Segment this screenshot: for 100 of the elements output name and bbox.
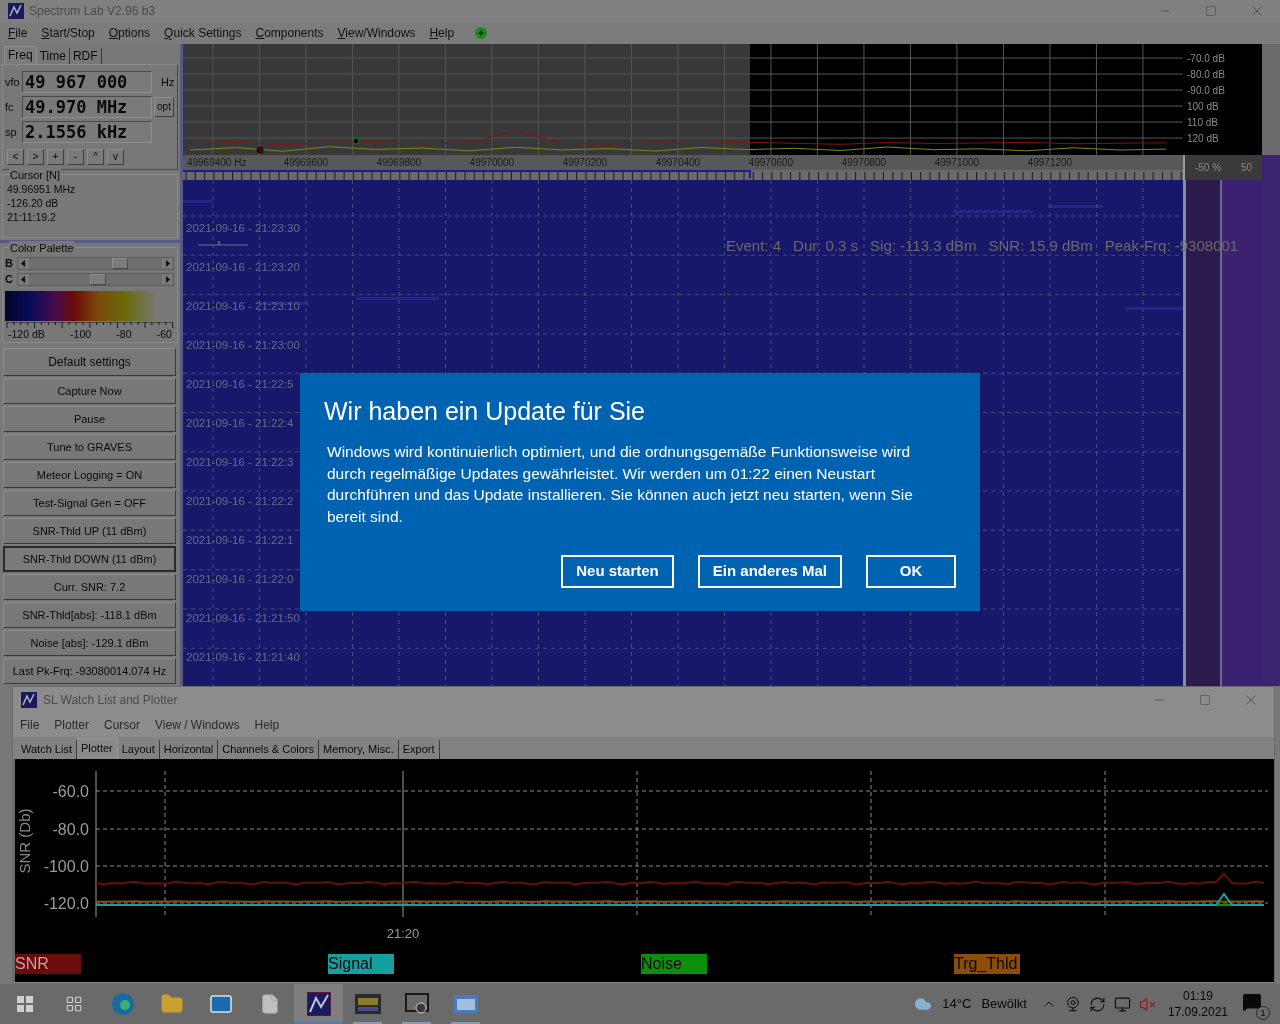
value-field[interactable]: 49 967 000 bbox=[22, 71, 152, 93]
nav-button[interactable]: ^ bbox=[87, 149, 104, 165]
menu-item[interactable]: Cursor bbox=[104, 716, 141, 734]
windows-logo-icon[interactable] bbox=[16, 996, 33, 1012]
task-view-icon[interactable] bbox=[64, 995, 83, 1013]
timestamp-label: 2021-09-16 - 21:21:40 bbox=[186, 650, 300, 665]
timestamp-label: 2021-09-16 - 21:23:10 bbox=[186, 299, 300, 314]
app-logo-icon bbox=[21, 692, 37, 708]
event-readout: Event: 4 bbox=[726, 237, 782, 255]
timestamp-label: 2021-09-16 - 21:23:30 bbox=[186, 221, 300, 236]
dialog-title: Wir haben ein Update für Sie bbox=[324, 396, 646, 427]
network-icon[interactable] bbox=[1113, 995, 1131, 1013]
action-button[interactable]: Test-Signal Gen = OFF bbox=[3, 490, 176, 516]
axis-tick-label: -100.0 bbox=[43, 858, 89, 875]
menu-item[interactable]: View / Windows bbox=[155, 716, 240, 734]
nav-button[interactable]: + bbox=[47, 149, 64, 165]
taskbar-button[interactable] bbox=[294, 984, 343, 1024]
menu-item[interactable]: View/Windows bbox=[337, 24, 416, 42]
action-button[interactable]: Pause bbox=[3, 406, 176, 432]
webcam-icon[interactable] bbox=[1064, 996, 1081, 1012]
scale-label: -60 bbox=[156, 328, 172, 340]
action-button[interactable]: Tune to GRAVES bbox=[3, 434, 176, 460]
panel-tab[interactable]: RDF bbox=[69, 48, 102, 64]
legend-label: Trg_Thld bbox=[954, 954, 1020, 974]
menu-item[interactable]: Options bbox=[108, 24, 151, 42]
timestamp-label: 2021-09-16 - 21:23:00 bbox=[186, 338, 300, 353]
timestamp-label: 2021-09-16 - 21:22:0 bbox=[186, 572, 295, 587]
action-button[interactable]: Default settings bbox=[3, 348, 176, 376]
value-field[interactable]: 49.970 MHz bbox=[22, 96, 152, 118]
folder-icon[interactable] bbox=[159, 992, 184, 1016]
menu-item[interactable]: Quick Settings bbox=[164, 24, 242, 42]
axis-title: SNR (Db) bbox=[16, 808, 33, 874]
field-label: sp bbox=[4, 124, 18, 140]
event-readout: SNR: 15.9 dBm bbox=[988, 237, 1093, 255]
dialog-button[interactable]: OK bbox=[866, 555, 956, 588]
timestamp-label: 2021-09-16 - 21:23:20 bbox=[186, 260, 300, 275]
plotter-tab[interactable]: Plotter bbox=[76, 738, 118, 759]
menu-item[interactable]: Components bbox=[255, 24, 324, 42]
nav-button[interactable]: < bbox=[7, 149, 24, 165]
menu-item[interactable]: Plotter bbox=[54, 716, 90, 734]
axis-tick-label: 21:20 bbox=[386, 926, 420, 941]
action-button[interactable]: SNR-Thld DOWN (11 dBm) bbox=[3, 546, 176, 572]
temperature-label[interactable]: 14°C bbox=[942, 994, 972, 1014]
clock-date[interactable]: 17.09.2021 bbox=[1167, 1004, 1228, 1020]
options-button[interactable]: opt bbox=[154, 97, 174, 117]
slider-thumb[interactable] bbox=[112, 257, 129, 269]
weather-label[interactable]: Bewölkt bbox=[981, 994, 1027, 1014]
menu-item[interactable]: File bbox=[20, 716, 40, 734]
nav-button[interactable]: - bbox=[67, 149, 84, 165]
legend-label: SNR bbox=[15, 954, 81, 974]
nav-button[interactable]: > bbox=[27, 149, 44, 165]
action-button[interactable]: Meteor Logging = ON bbox=[3, 462, 176, 488]
axis-tick-label: 49969800 bbox=[376, 156, 422, 170]
menu-item[interactable]: Help bbox=[254, 716, 280, 734]
axis-tick-label: 120 dB bbox=[1187, 133, 1219, 145]
sync-icon[interactable] bbox=[1088, 995, 1106, 1013]
panel-tab[interactable]: Time bbox=[36, 48, 70, 64]
maximize-icon[interactable] bbox=[1205, 5, 1217, 17]
timestamp-label: 2021-09-16 - 21:22:3 bbox=[186, 455, 295, 470]
axis-tick-label: -120.0 bbox=[43, 895, 89, 912]
dialog-button[interactable]: Neu starten bbox=[561, 555, 674, 588]
window-capture-icon[interactable] bbox=[404, 993, 429, 1015]
menu-item[interactable]: Help bbox=[429, 24, 455, 42]
maximize-icon[interactable] bbox=[1199, 694, 1211, 706]
slider-label: C bbox=[5, 271, 14, 287]
app-icon[interactable] bbox=[306, 992, 331, 1016]
window-icon[interactable] bbox=[453, 995, 478, 1013]
axis-tick-label: 49970600 bbox=[748, 156, 794, 170]
dialog-button[interactable]: Ein anderes Mal bbox=[697, 555, 842, 588]
timestamp-label: 2021-09-16 - 21:22:4 bbox=[186, 416, 295, 431]
axis-tick-label: -80.0 bbox=[52, 821, 89, 838]
scale-label: 50 bbox=[1240, 161, 1253, 175]
action-button[interactable]: Curr. SNR: 7.2 bbox=[3, 574, 176, 600]
action-button[interactable]: SNR-Thld UP (11 dBm) bbox=[3, 518, 176, 544]
axis-tick-label: -90.0 dB bbox=[1187, 85, 1225, 96]
cursor-readout: 49.96951 MHz bbox=[7, 182, 77, 196]
menu-item[interactable]: File bbox=[8, 24, 28, 42]
notifications-icon[interactable] bbox=[1242, 992, 1262, 1012]
action-button[interactable]: Last Pk-Frq: -93080014.074 Hz bbox=[3, 658, 176, 684]
scale-label: -50 % bbox=[1194, 161, 1222, 175]
nav-button[interactable]: v bbox=[107, 149, 124, 165]
axis-tick-label: -60.0 bbox=[52, 783, 89, 800]
action-button[interactable]: SNR-Thld[abs]: -118.1 dBm bbox=[3, 602, 176, 628]
panel-tab[interactable]: Freq bbox=[4, 46, 37, 64]
clock-time[interactable]: 01:19 bbox=[1182, 988, 1213, 1004]
axis-tick-label: -70.0 dB bbox=[1187, 53, 1225, 64]
slider-label: B bbox=[5, 255, 14, 271]
menu-item[interactable]: Start/Stop bbox=[41, 24, 95, 42]
axis-tick-label: 100 dB bbox=[1187, 101, 1219, 112]
value-field[interactable]: 2.1556 kHz bbox=[22, 121, 152, 143]
timestamp-label: 2021-09-16 - 21:22:1 bbox=[186, 533, 295, 548]
window-title: SL Watch List and Plotter bbox=[43, 692, 178, 709]
status-icon[interactable] bbox=[474, 26, 489, 40]
slider-thumb[interactable] bbox=[89, 273, 106, 285]
notification-count: 1 bbox=[1256, 1006, 1270, 1020]
scale-label: -80 bbox=[116, 328, 132, 340]
action-button[interactable]: Noise [abs]: -129.1 dBm bbox=[3, 630, 176, 656]
volume-muted-icon[interactable] bbox=[1138, 995, 1156, 1013]
action-button[interactable]: Capture Now bbox=[3, 378, 176, 404]
axis-tick-label: 49970200 bbox=[562, 156, 608, 170]
